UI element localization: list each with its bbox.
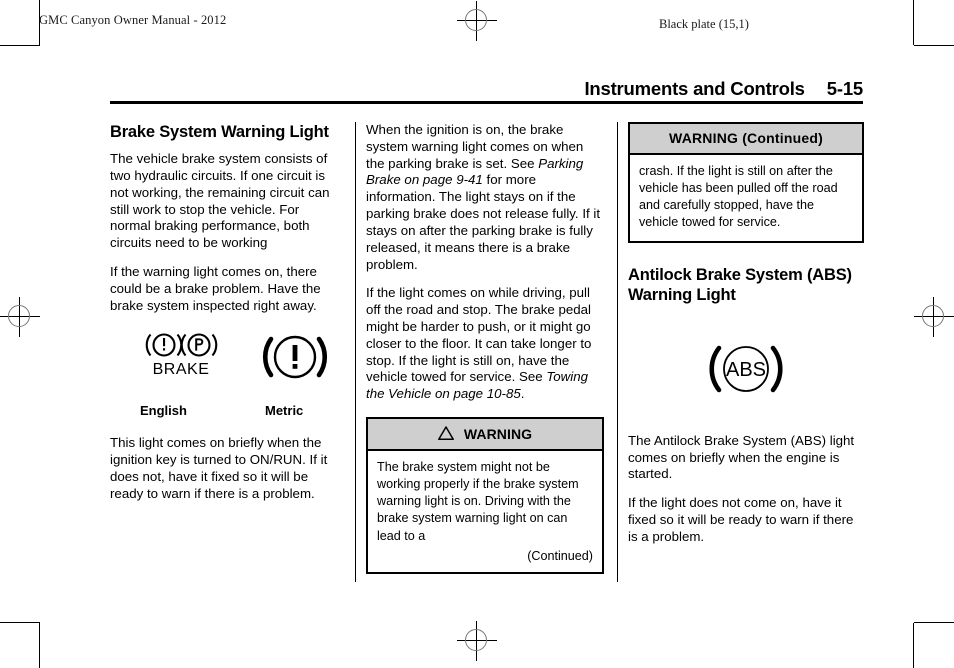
warning-continued-body: crash. If the light is still on after th… bbox=[639, 164, 838, 230]
column-2: When the ignition is on, the brake syste… bbox=[366, 122, 604, 574]
warning-box-text: The brake system might not be working pr… bbox=[377, 460, 579, 543]
crop-mark-bottom-right-horizontal bbox=[914, 622, 954, 623]
abs-warning-icon: ABS bbox=[628, 314, 864, 433]
paragraph-warning-light-on: If the warning light comes on, there cou… bbox=[110, 264, 321, 313]
registration-mark-left bbox=[0, 297, 40, 337]
brake-warning-english-icon: BRAKE bbox=[126, 327, 236, 392]
warning-box-body: The brake system might not be working pr… bbox=[368, 451, 602, 572]
svg-text:ABS: ABS bbox=[726, 359, 766, 381]
registration-mark-top bbox=[457, 1, 497, 41]
warning-box-header: WARNING bbox=[368, 419, 602, 451]
chapter-title: Instruments and Controls bbox=[584, 78, 805, 99]
header-rule bbox=[110, 101, 863, 104]
icon-caption-metric: Metric bbox=[265, 403, 304, 419]
page-number: 5-15 bbox=[826, 78, 863, 99]
column-1: Brake System Warning Light The vehicle b… bbox=[110, 122, 343, 503]
icon-caption-english: English bbox=[140, 403, 187, 419]
paragraph-ignition-on-run: This light comes on briefly when the ign… bbox=[110, 435, 328, 501]
section-heading-brake-system-warning-light: Brake System Warning Light bbox=[110, 123, 329, 141]
warning-triangle-icon bbox=[437, 426, 458, 443]
crop-mark-top-left-horizontal bbox=[0, 45, 40, 46]
running-head-manual-title: GMC Canyon Owner Manual - 2012 bbox=[39, 13, 227, 27]
registration-mark-bottom bbox=[457, 621, 497, 661]
warning-box: WARNING The brake system might not be wo… bbox=[366, 417, 604, 574]
paragraph-light-on-part-b: . bbox=[520, 386, 525, 402]
registration-mark-right bbox=[914, 297, 954, 337]
brake-warning-metric-icon bbox=[240, 327, 350, 392]
paragraph-brake-circuits: The vehicle brake system consists of two… bbox=[110, 151, 330, 251]
warning-continued-header: WARNING (Continued) bbox=[630, 124, 862, 155]
icon-caption-row: English Metric bbox=[110, 403, 343, 423]
warning-continued-box: WARNING (Continued) crash. If the light … bbox=[628, 122, 864, 243]
crop-mark-top-right-horizontal bbox=[914, 45, 954, 46]
crop-mark-bottom-left-horizontal bbox=[0, 622, 40, 623]
running-head-plate-info: Black plate (15,1) bbox=[659, 17, 749, 31]
page-header: Instruments and Controls 5-15 bbox=[110, 78, 863, 100]
crop-mark-top-right-vertical bbox=[913, 0, 914, 45]
warning-box-continued: (Continued) bbox=[527, 548, 593, 563]
paragraph-light-on-while-driving: If the light comes on while driving, pul… bbox=[366, 285, 604, 403]
column-divider-2 bbox=[617, 122, 618, 582]
brake-warning-icon-row: BRAKE bbox=[110, 327, 343, 399]
paragraph-parking-brake: When the ignition is on, the brake syste… bbox=[366, 122, 604, 273]
warning-box-title: WARNING bbox=[463, 426, 533, 442]
paragraph-abs-light-engine-start: The Antilock Brake System (ABS) light co… bbox=[628, 432, 855, 482]
paragraph-abs-light-not-on: If the light does not come on, have it f… bbox=[628, 495, 854, 544]
section-heading-antilock-brake-system: Antilock Brake System (ABS) Warning Ligh… bbox=[628, 265, 852, 304]
column-divider-1 bbox=[355, 122, 356, 582]
crop-mark-bottom-right-vertical bbox=[913, 623, 914, 668]
crop-mark-bottom-left-vertical bbox=[39, 623, 40, 668]
column-3: WARNING (Continued) crash. If the light … bbox=[628, 122, 864, 546]
svg-text:BRAKE: BRAKE bbox=[153, 361, 210, 378]
